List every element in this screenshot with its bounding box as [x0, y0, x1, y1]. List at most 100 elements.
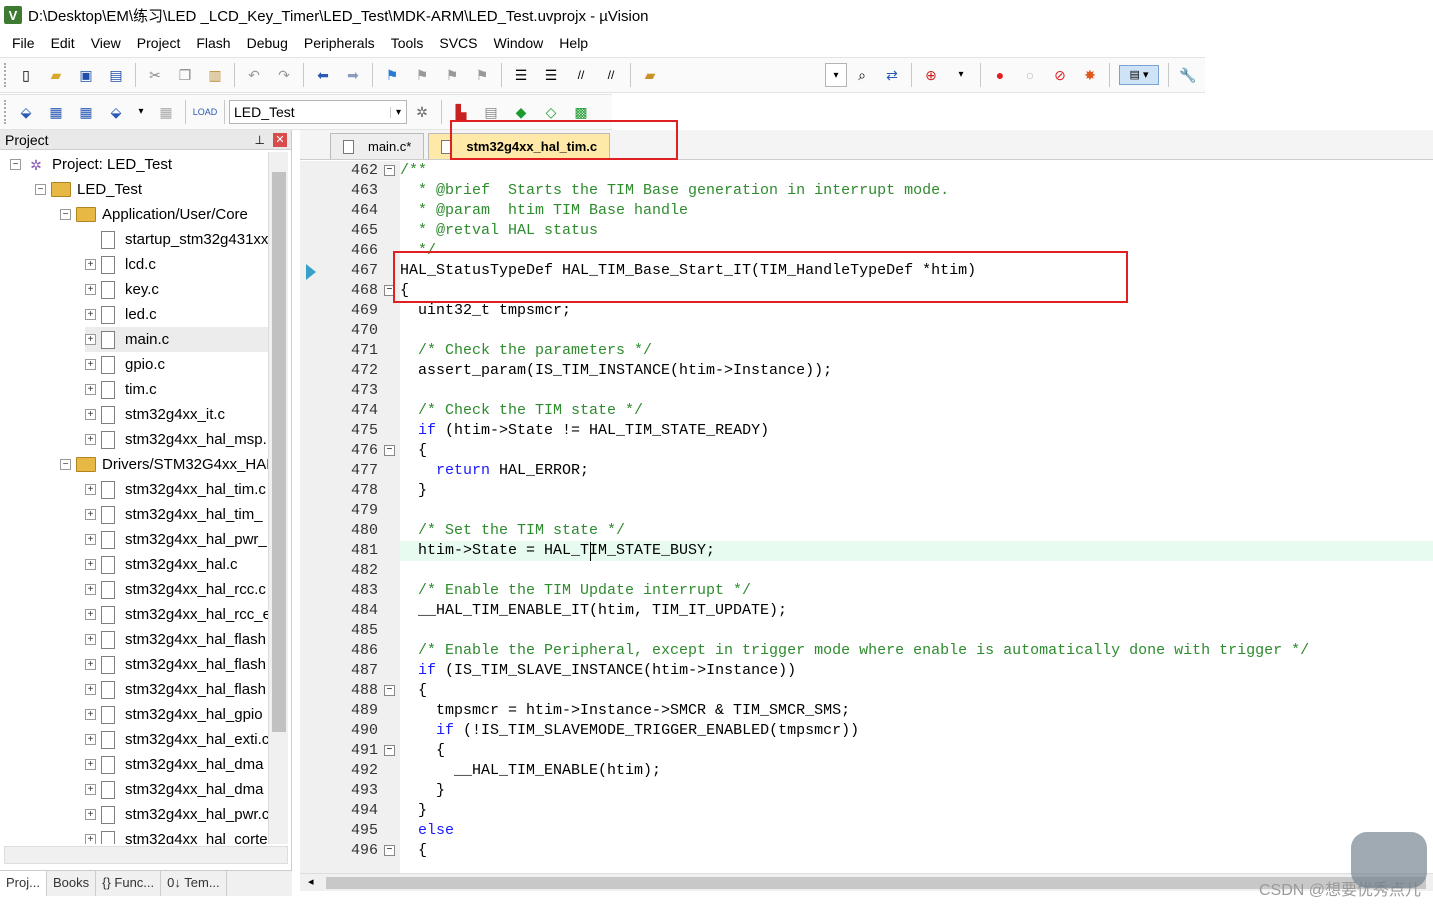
expand-icon[interactable]: + [85, 759, 96, 770]
menu-edit[interactable]: Edit [43, 35, 83, 51]
next-bookmark-icon[interactable]: ⚑ [442, 65, 462, 85]
tree-item[interactable]: + stm32g4xx_hal_rcc.c [85, 577, 266, 602]
code-line[interactable]: 470 [300, 321, 1433, 341]
expand-icon[interactable]: + [85, 484, 96, 495]
scrollbar-thumb[interactable] [272, 172, 286, 732]
file-extensions-icon[interactable]: ▤ [481, 102, 501, 122]
stop-build-icon[interactable]: ▦ [156, 102, 176, 122]
tab-books[interactable]: Books [47, 871, 97, 896]
bookmark-icon[interactable]: ⚑ [382, 65, 402, 85]
expand-icon[interactable]: + [85, 709, 96, 720]
build-icon[interactable]: ▦ [46, 102, 66, 122]
menu-project[interactable]: Project [129, 35, 189, 51]
download-icon[interactable]: LOAD [193, 102, 218, 122]
disable-all-breakpoints-icon[interactable]: ⊘ [1050, 65, 1070, 85]
tree-item[interactable]: + lcd.c [85, 252, 156, 277]
disable-breakpoint-icon[interactable]: ○ [1020, 65, 1040, 85]
tab-main-c[interactable]: main.c* [330, 133, 425, 159]
code-line[interactable]: 488− { [300, 681, 1433, 701]
scroll-left-icon[interactable]: ◂ [308, 875, 314, 888]
code-line[interactable]: 464 * @param htim TIM Base handle [300, 201, 1433, 221]
code-line[interactable]: 490 if (!IS_TIM_SLAVEMODE_TRIGGER_ENABLE… [300, 721, 1433, 741]
collapse-icon[interactable]: − [60, 209, 71, 220]
code-line[interactable]: 491− { [300, 741, 1433, 761]
code-line[interactable]: 480 /* Set the TIM state */ [300, 521, 1433, 541]
tree-item[interactable]: + stm32g4xx_hal_gpio [85, 702, 263, 727]
code-line[interactable]: 483 /* Enable the TIM Update interrupt *… [300, 581, 1433, 601]
expand-icon[interactable]: + [85, 334, 96, 345]
code-line[interactable]: 493 } [300, 781, 1433, 801]
menu-view[interactable]: View [83, 35, 129, 51]
expand-icon[interactable]: + [85, 309, 96, 320]
cut-icon[interactable]: ✂ [145, 65, 165, 85]
tree-item[interactable]: + stm32g4xx_hal_tim_ [85, 502, 263, 527]
debug-session-icon[interactable]: ⊕ [921, 65, 941, 85]
tree-item[interactable]: + stm32g4xx_hal_dma [85, 752, 263, 777]
uncomment-icon[interactable]: // [601, 65, 621, 85]
pack-installer-icon[interactable]: ▩ [571, 102, 591, 122]
target-options-icon[interactable]: ✲ [412, 102, 432, 122]
close-icon[interactable]: ✕ [273, 132, 287, 147]
tree-item[interactable]: + stm32g4xx_hal_tim.c [85, 477, 266, 502]
code-line[interactable]: 463 * @brief Starts the TIM Base generat… [300, 181, 1433, 201]
expand-icon[interactable]: + [85, 784, 96, 795]
tree-item[interactable]: − ✲ Project: LED_Test [10, 152, 172, 177]
prev-bookmark-icon[interactable]: ⚑ [412, 65, 432, 85]
copy-icon[interactable]: ❐ [175, 65, 195, 85]
expand-icon[interactable]: + [85, 809, 96, 820]
menu-help[interactable]: Help [551, 35, 596, 51]
unindent-icon[interactable]: ☰ [541, 65, 561, 85]
menu-window[interactable]: Window [486, 35, 552, 51]
code-line[interactable]: 471 /* Check the parameters */ [300, 341, 1433, 361]
tree-item[interactable]: + stm32g4xx_hal_pwr_ [85, 527, 267, 552]
code-line[interactable]: 475 if (htim->State != HAL_TIM_STATE_REA… [300, 421, 1433, 441]
save-icon[interactable]: ▣ [76, 65, 96, 85]
tree-item[interactable]: + stm32g4xx_hal_corte [85, 827, 268, 844]
select-software-packs-icon[interactable]: ◇ [541, 102, 561, 122]
expand-icon[interactable]: + [85, 259, 96, 270]
expand-icon[interactable]: + [85, 734, 96, 745]
undo-icon[interactable]: ↶ [244, 65, 264, 85]
paste-icon[interactable]: ▥ [205, 65, 225, 85]
manage-run-time-environment-icon[interactable]: ◆ [511, 102, 531, 122]
menu-flash[interactable]: Flash [188, 35, 238, 51]
clear-bookmarks-icon[interactable]: ⚑ [472, 65, 492, 85]
tree-item[interactable]: + main.c [85, 327, 268, 352]
expand-icon[interactable]: + [85, 384, 96, 395]
tree-item[interactable]: + led.c [85, 302, 157, 327]
code-line[interactable]: 481 htim->State = HAL_TIM_STATE_BUSY; [351, 541, 1433, 561]
code-line[interactable]: 486 /* Enable the Peripheral, except in … [300, 641, 1433, 661]
expand-icon[interactable]: + [85, 284, 96, 295]
tree-item[interactable]: + stm32g4xx_hal_dma [85, 777, 263, 802]
find-combo[interactable]: ▾ [825, 63, 847, 87]
pin-icon[interactable]: ⊥ [255, 133, 265, 147]
tree-item[interactable]: startup_stm32g431xx [85, 227, 268, 252]
tree-item[interactable]: + stm32g4xx_hal_exti.c [85, 727, 268, 752]
code-line[interactable]: 474 /* Check the TIM state */ [300, 401, 1433, 421]
code-line[interactable]: 484 __HAL_TIM_ENABLE_IT(htim, TIM_IT_UPD… [300, 601, 1433, 621]
code-line[interactable]: 469 uint32_t tmpsmcr; [300, 301, 1433, 321]
collapse-icon[interactable]: − [10, 159, 21, 170]
code-line[interactable]: 489 tmpsmcr = htim->Instance->SMCR & TIM… [300, 701, 1433, 721]
tree-item[interactable]: + stm32g4xx_hal_flash [85, 627, 266, 652]
expand-icon[interactable]: + [85, 684, 96, 695]
code-line[interactable]: 496− { [300, 841, 1433, 861]
expand-icon[interactable]: + [85, 434, 96, 445]
window-layout-icon[interactable]: ▤ ▾ [1119, 65, 1159, 85]
code-line[interactable]: 462−/** [300, 161, 1433, 181]
code-line[interactable]: 494 } [300, 801, 1433, 821]
find-icon[interactable]: ⌕ [852, 65, 872, 85]
kill-all-breakpoints-icon[interactable]: ✸ [1080, 65, 1100, 85]
menu-svcs[interactable]: SVCS [431, 35, 485, 51]
fold-toggle-icon[interactable]: − [384, 445, 395, 456]
chevron-down-icon[interactable]: ▾ [951, 65, 971, 85]
tab-functions[interactable]: {} Func... [96, 871, 162, 896]
translate-icon[interactable]: ⬙ [16, 102, 36, 122]
navigate-forward-icon[interactable]: ➡ [343, 65, 363, 85]
code-line[interactable]: 476− { [300, 441, 1433, 461]
code-line[interactable]: 472 assert_param(IS_TIM_INSTANCE(htim->I… [300, 361, 1433, 381]
tree-item[interactable]: − LED_Test [35, 177, 142, 202]
save-all-icon[interactable]: ▤ [106, 65, 126, 85]
tab-project[interactable]: Proj... [0, 871, 47, 896]
fold-toggle-icon[interactable]: − [384, 685, 395, 696]
